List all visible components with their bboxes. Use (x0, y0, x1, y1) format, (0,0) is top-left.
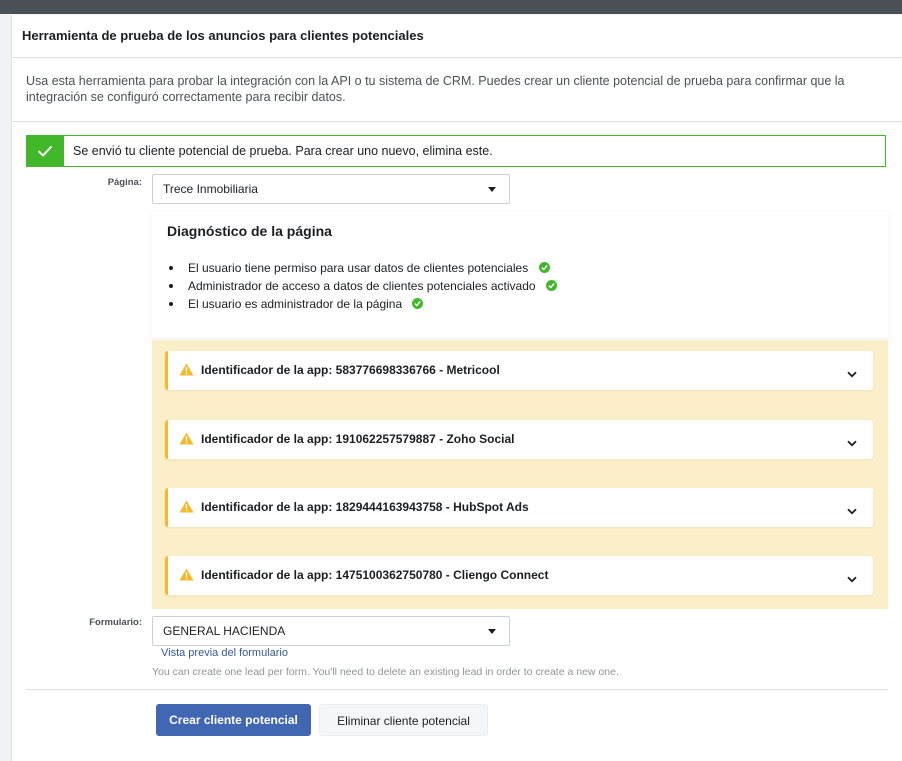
app-label: Identificador de la app: 191062257579887… (201, 432, 515, 446)
diagnostics-title: Diagnóstico de la página (167, 223, 332, 239)
form-select-value: GENERAL HACIENDA (163, 624, 286, 638)
warning-icon (179, 568, 194, 586)
warning-icon (179, 363, 194, 381)
check-circle-icon (538, 262, 550, 273)
page-select-value: Trece Inmobiliaria (163, 182, 258, 196)
success-message: Se envió tu cliente potencial de prueba.… (73, 144, 493, 158)
bullet (169, 284, 173, 288)
divider (26, 689, 888, 690)
check-circle-icon (545, 280, 557, 291)
page-select[interactable]: Trece Inmobiliaria (152, 174, 510, 204)
app-label: Identificador de la app: 147510036275078… (201, 568, 549, 582)
app-label: Identificador de la app: 182944416394375… (201, 500, 529, 514)
checkmark-icon (26, 135, 64, 167)
app-accordion-item[interactable]: Identificador de la app: 182944416394375… (165, 488, 873, 527)
app-accordion-item[interactable]: Identificador de la app: 583776698336766… (165, 351, 873, 390)
form-preview-link[interactable]: Vista previa del formulario (161, 647, 288, 659)
diagnostics-item-text: El usuario tiene permiso para usar datos… (188, 261, 529, 275)
warning-icon (179, 432, 194, 450)
dropdown-caret-icon (488, 187, 496, 192)
chevron-down-icon (847, 570, 857, 588)
app-accordion-item[interactable]: Identificador de la app: 147510036275078… (165, 556, 873, 595)
diagnostics-item: El usuario tiene permiso para usar datos… (167, 259, 557, 277)
page-diagnostics-card: Diagnóstico de la página El usuario tien… (152, 212, 888, 338)
form-hint: You can create one lead per form. You'll… (152, 666, 619, 678)
dropdown-caret-icon (488, 629, 496, 634)
lead-ads-testing-panel: Herramienta de prueba de los anuncios pa… (11, 15, 902, 761)
app-warnings-section: Identificador de la app: 583776698336766… (152, 340, 888, 609)
panel-title: Herramienta de prueba de los anuncios pa… (12, 15, 902, 58)
chevron-down-icon (847, 434, 857, 452)
bullet (169, 266, 173, 270)
diagnostics-item: El usuario es administrador de la página (167, 295, 557, 313)
delete-lead-button[interactable]: Eliminar cliente potencial (319, 704, 488, 736)
warning-icon (179, 500, 194, 518)
divider (12, 121, 902, 122)
diagnostics-item-text: Administrador de acceso a datos de clien… (188, 279, 536, 293)
diagnostics-list: El usuario tiene permiso para usar datos… (167, 259, 557, 313)
form-field-label: Formulario: (89, 617, 142, 628)
page-field-label: Página: (107, 177, 142, 188)
app-accordion-item[interactable]: Identificador de la app: 191062257579887… (165, 420, 873, 459)
panel-description: Usa esta herramienta para probar la inte… (26, 74, 845, 104)
diagnostics-item-text: El usuario es administrador de la página (188, 297, 403, 311)
form-select[interactable]: GENERAL HACIENDA (152, 616, 510, 646)
diagnostics-item: Administrador de acceso a datos de clien… (167, 277, 557, 295)
bullet (169, 302, 173, 306)
top-bar (0, 0, 902, 14)
create-lead-button[interactable]: Crear cliente potencial (156, 704, 311, 736)
chevron-down-icon (847, 365, 857, 383)
check-circle-icon (412, 298, 424, 309)
app-label: Identificador de la app: 583776698336766… (201, 363, 500, 377)
chevron-down-icon (847, 502, 857, 520)
success-banner: Se envió tu cliente potencial de prueba.… (26, 135, 886, 167)
